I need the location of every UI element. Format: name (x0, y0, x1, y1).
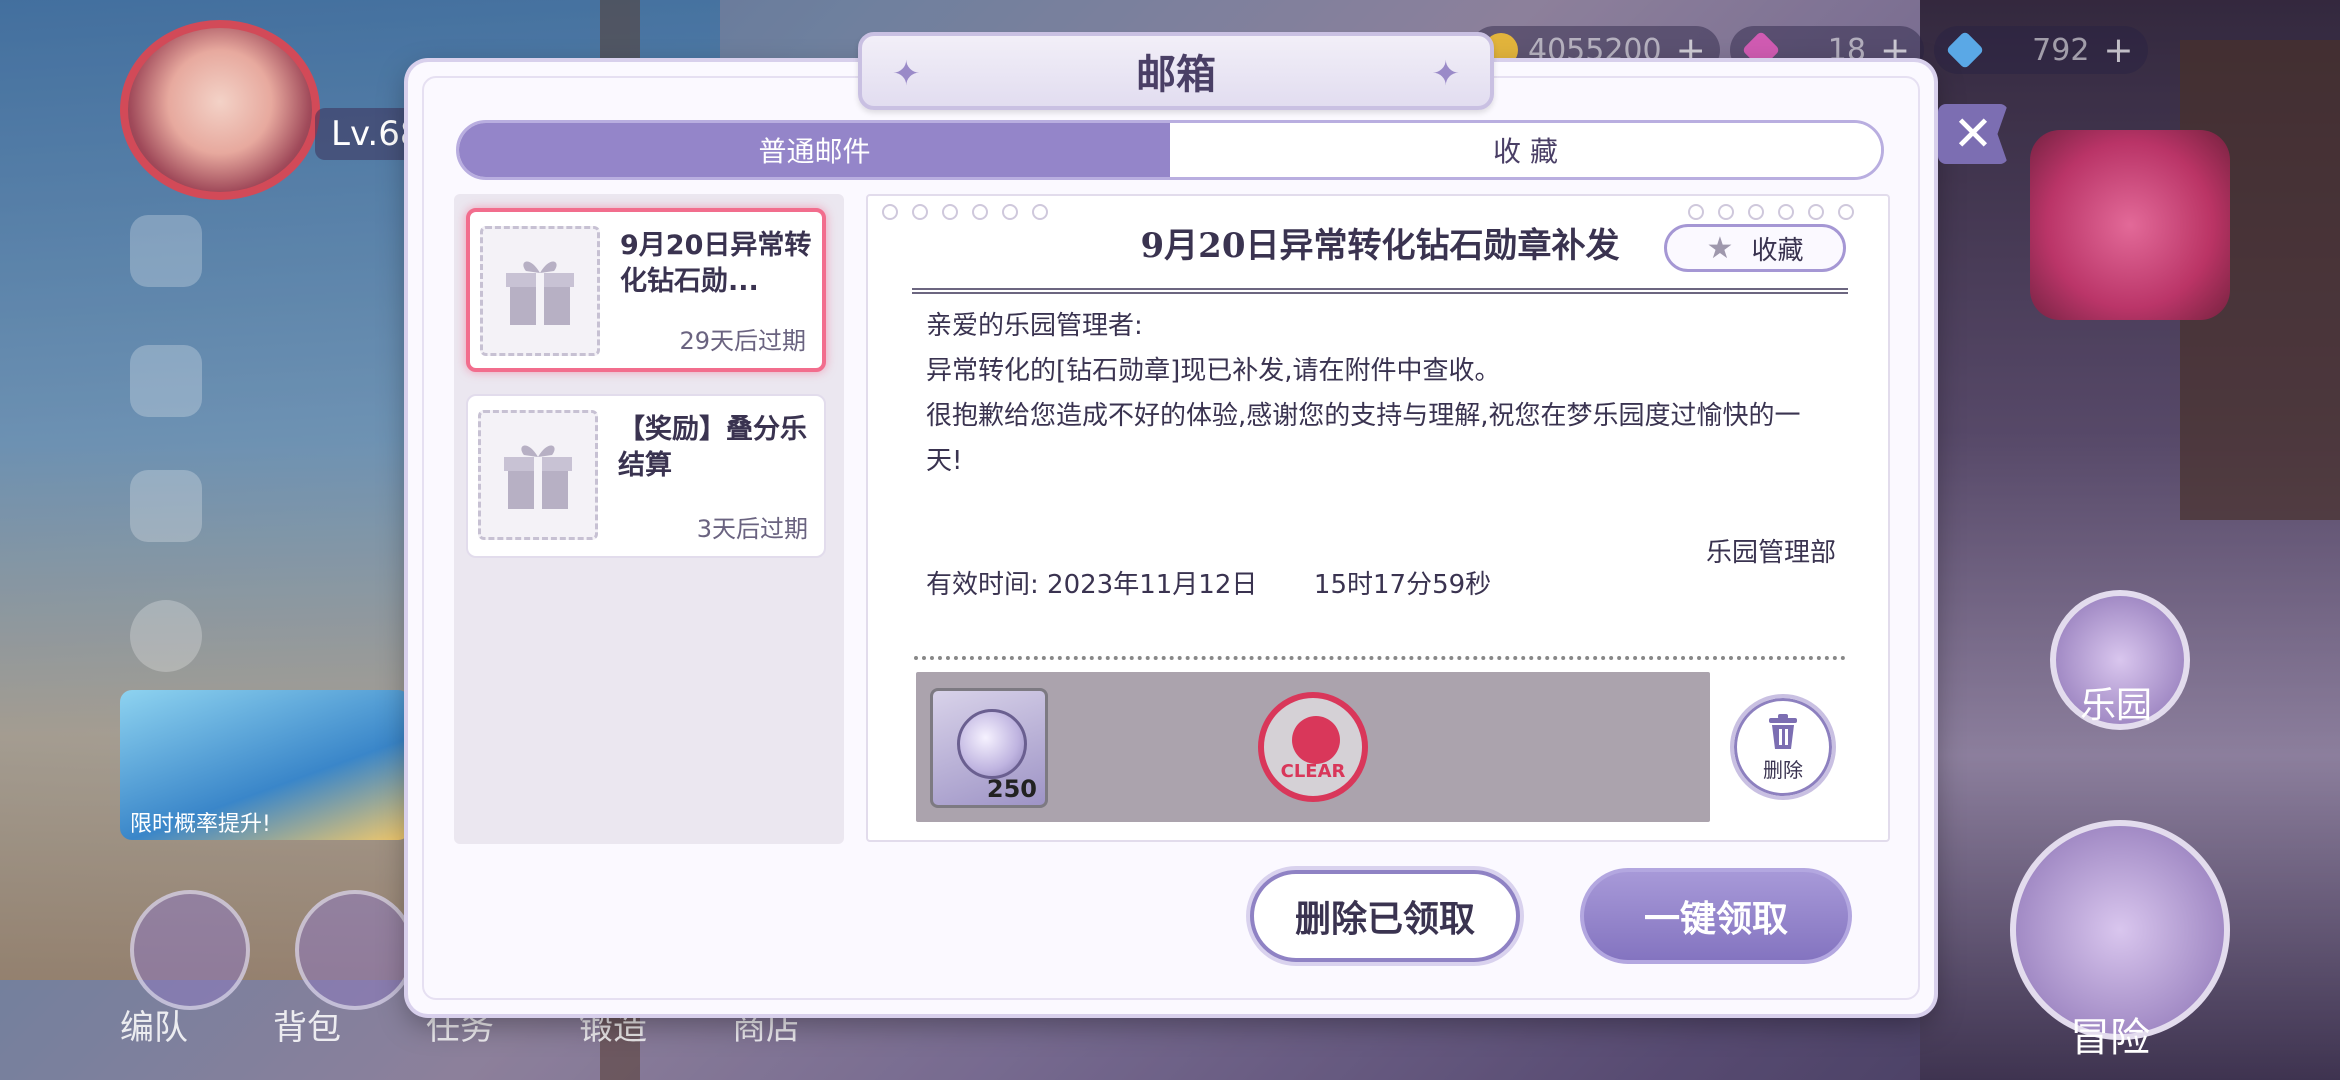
mail-item-title: 【奖励】叠分乐结算 (618, 414, 807, 481)
tab-normal-mail[interactable]: 普通邮件 (459, 123, 1170, 177)
attachment-count: 250 (986, 775, 1037, 803)
attachment-divider (914, 656, 1846, 660)
diamond-medal-icon (957, 709, 1027, 779)
menu-grid-icon[interactable] (130, 215, 202, 287)
park-label: 乐园 (2080, 685, 2153, 726)
mail-item-title: 9月20日异常转化钻石勋... (620, 230, 812, 297)
mail-greeting: 亲爱的乐园管理者: (926, 311, 1143, 341)
star-icon: ★ (1706, 230, 1734, 266)
mail-validity: 有效时间: 2023年11月12日 15时17分59秒 (926, 564, 1491, 601)
delete-mail-button[interactable]: 删除 (1730, 694, 1836, 800)
currency-blue-diamond-value: 792 (2032, 32, 2090, 68)
attachment-panel: 250 CLEAR (916, 672, 1710, 822)
dialog-title-plate: ✦ 邮箱 ✦ (858, 32, 1494, 110)
stamp-emblem (1292, 716, 1340, 764)
gift-icon (478, 410, 598, 540)
mail-item-expire: 29天后过期 (679, 327, 806, 355)
stamp-text: CLEAR (1280, 761, 1346, 782)
claim-all-button[interactable]: 一键领取 (1580, 868, 1852, 964)
handshake-icon[interactable] (130, 470, 202, 542)
mail-item-expire: 3天后过期 (696, 515, 808, 543)
mail-signature: 乐园管理部 (1705, 538, 1836, 568)
mail-body: 亲爱的乐园管理者: 异常转化的[钻石勋章]现已补发,请在附件中查收。 很抱歉给您… (926, 304, 1826, 484)
delete-claimed-button[interactable]: 删除已领取 (1250, 870, 1520, 962)
adventure-label: 冒险 (2070, 1015, 2150, 1061)
mail-detail: 9月20日异常转化钻石勋章补发 ★ 收藏 亲爱的乐园管理者: 异常转化的[钻石勋… (866, 194, 1890, 842)
balloon-icon[interactable] (130, 600, 202, 672)
delete-mail-label: 删除 (1763, 757, 1803, 782)
clear-stamp-icon: CLEAR (1258, 692, 1368, 802)
sparkle-icon: ✦ (892, 54, 921, 94)
title-divider (912, 288, 1848, 294)
mail-body-line: 很抱歉给您造成不好的体验,感谢您的支持与理解,祝您在梦乐园度过愉快的一天! (926, 401, 1801, 476)
event-banner-subtitle: 限时概率提升! (130, 812, 271, 837)
currency-blue-diamond: 792 + (1934, 26, 2148, 74)
close-icon: ✕ (1952, 106, 1994, 162)
gift-icon (480, 226, 600, 356)
blue-diamond-icon (1945, 30, 1985, 70)
close-button[interactable]: ✕ (1938, 104, 2008, 164)
trash-icon (1769, 713, 1797, 749)
stacking-event-badge[interactable] (2030, 130, 2230, 320)
dialog-title: 邮箱 (1136, 51, 1216, 98)
backpack-icon[interactable] (295, 890, 415, 1010)
add-blue-diamond-button[interactable]: + (2103, 30, 2133, 71)
favorite-button[interactable]: ★ 收藏 (1664, 224, 1846, 272)
player-avatar[interactable] (120, 20, 320, 200)
sparkle-icon: ✦ (1431, 54, 1461, 94)
mail-list: 9月20日异常转化钻石勋... 29天后过期 【奖励】叠分乐结算 3天后过期 (454, 194, 844, 844)
mail-item[interactable]: 9月20日异常转化钻石勋... 29天后过期 (466, 208, 826, 372)
validity-label: 有效时间: (926, 570, 1039, 600)
nav-team[interactable]: 编队 (120, 1000, 188, 1049)
team-icon[interactable] (130, 890, 250, 1010)
mail-body-line: 异常转化的[钻石勋章]现已补发,请在附件中查收。 (926, 356, 1501, 386)
validity-time: 15时17分59秒 (1313, 570, 1492, 600)
mail-tabs: 普通邮件 收 藏 (456, 120, 1884, 180)
mailbox-dialog: ✦ 邮箱 ✦ ✕ 普通邮件 收 藏 9月20日异常转化钻石勋... 29天后过期 (408, 32, 2008, 1014)
favorite-button-label: 收藏 (1751, 235, 1804, 266)
mail-icon[interactable] (130, 345, 202, 417)
validity-date: 2023年11月12日 (1047, 570, 1258, 600)
nav-backpack[interactable]: 背包 (273, 1000, 341, 1049)
tab-favorites[interactable]: 收 藏 (1170, 123, 1881, 177)
attachment-item[interactable]: 250 (930, 688, 1048, 808)
mail-item[interactable]: 【奖励】叠分乐结算 3天后过期 (466, 394, 826, 558)
